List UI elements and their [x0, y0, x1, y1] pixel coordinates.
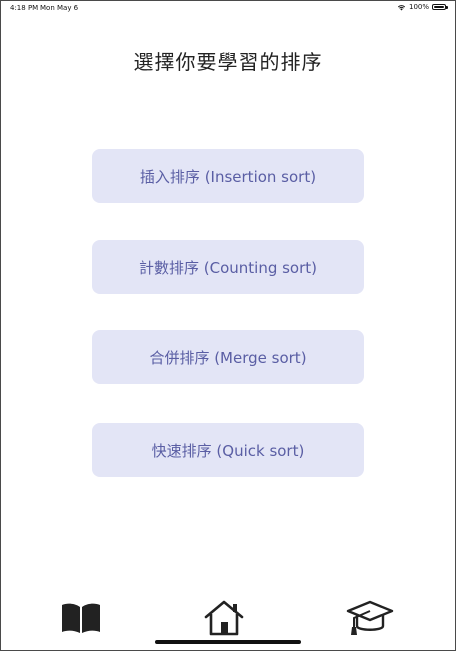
quick-sort-button[interactable]: 快速排序 (Quick sort) — [92, 423, 364, 477]
wifi-icon — [397, 4, 406, 10]
page-title: 選擇你要學習的排序 — [133, 50, 323, 74]
status-bar: 4:18 PM Mon May 6 100% — [0, 0, 456, 16]
home-indicator[interactable] — [155, 640, 301, 644]
merge-sort-button[interactable]: 合併排序 (Merge sort) — [92, 330, 364, 384]
graduation-cap-icon — [346, 600, 394, 635]
tab-home[interactable] — [199, 598, 249, 638]
status-indicators: 100% — [397, 3, 448, 11]
status-date: Mon May 6 — [40, 4, 79, 12]
tab-bar — [0, 590, 456, 640]
insertion-sort-button[interactable]: 插入排序 (Insertion sort) — [92, 149, 364, 203]
battery-percentage: 100% — [408, 3, 429, 11]
tab-book[interactable] — [56, 598, 106, 638]
device-frame — [0, 0, 456, 651]
status-time: 4:18 PM — [10, 4, 39, 12]
tab-learning[interactable] — [345, 598, 395, 638]
counting-sort-button[interactable]: 計數排序 (Counting sort) — [92, 240, 364, 294]
battery-icon — [432, 4, 448, 10]
home-icon — [204, 600, 244, 636]
book-icon — [62, 603, 100, 633]
